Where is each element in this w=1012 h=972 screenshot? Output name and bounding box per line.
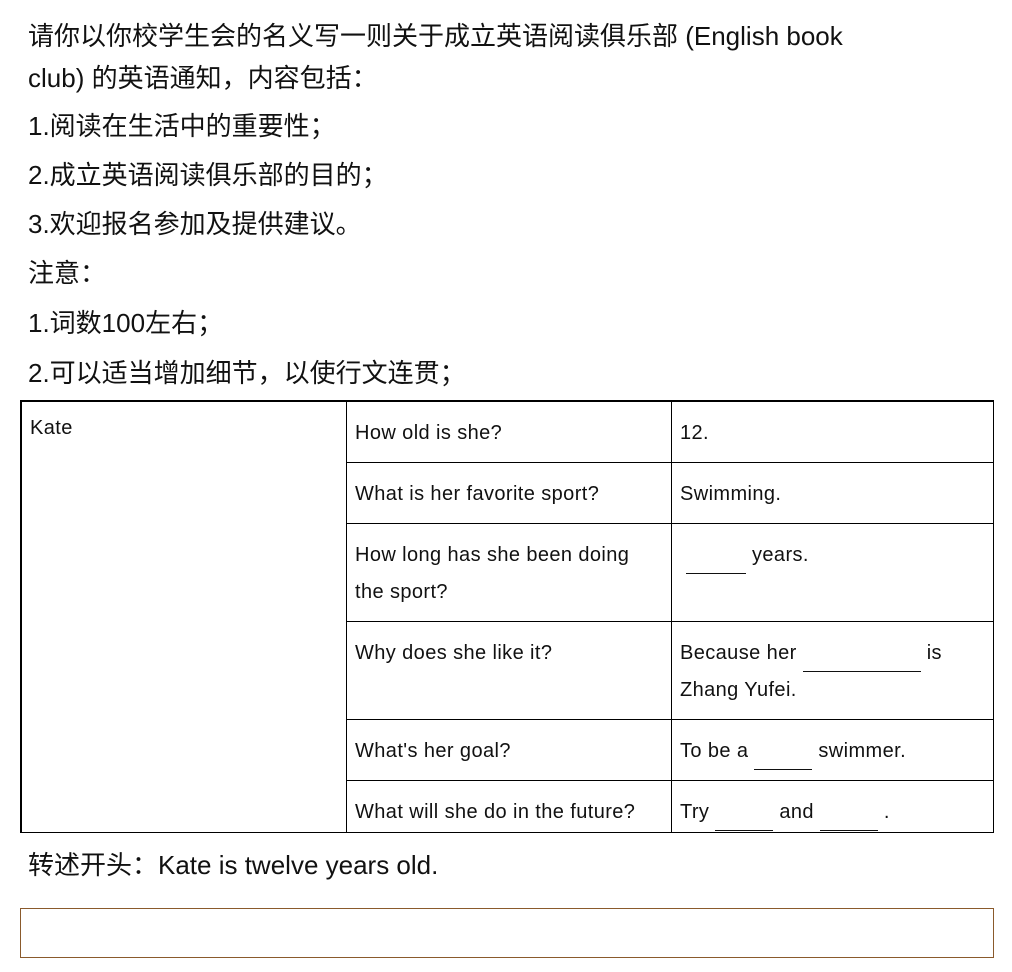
retell-start: 转述开头：Kate is twelve years old. — [28, 850, 439, 880]
note-item-2: 2.可以适当增加细节，以使行文连贯； — [28, 358, 466, 388]
question-cell: What's her goal? — [346, 719, 672, 781]
requirement-item-1: 1.阅读在生活中的重要性； — [28, 111, 336, 141]
prompt-line-1: 请你以你校学生会的名义写一则关于成立英语阅读俱乐部 (English book — [28, 21, 843, 51]
answer-cell: Swimming. — [671, 462, 993, 524]
info-table: Kate How old is she? 12. What is her fav… — [20, 400, 994, 833]
prompt-line-2: club) 的英语通知，内容包括： — [28, 63, 378, 93]
note-label: 注意： — [28, 258, 107, 288]
answer-text: . — [883, 801, 890, 823]
question-cell: How old is she? — [346, 401, 672, 463]
requirement-item-3: 3.欢迎报名参加及提供建议。 — [28, 209, 362, 239]
answer-text: and — [779, 801, 814, 823]
answer-cell: Try and. — [671, 780, 993, 832]
fill-blank[interactable] — [819, 804, 878, 831]
fill-blank[interactable] — [754, 743, 813, 770]
person-name-cell: Kate — [21, 401, 347, 832]
table-row: Kate How old is she? 12. — [21, 401, 993, 832]
page: 请你以你校学生会的名义写一则关于成立英语阅读俱乐部 (English book … — [0, 0, 1012, 972]
fill-blank[interactable] — [715, 804, 774, 831]
answer-cell: To be a swimmer. — [671, 719, 993, 781]
fill-blank[interactable] — [802, 645, 921, 672]
question-cell: How long has she been doing the sport? — [346, 523, 672, 622]
answer-cell: years. — [671, 523, 993, 622]
question-cell: Why does she like it? — [346, 621, 672, 720]
answer-text: years. — [752, 544, 809, 566]
answer-cell: Because her is Zhang Yufei. — [671, 621, 993, 720]
requirement-item-2: 2.成立英语阅读俱乐部的目的； — [28, 160, 388, 190]
answer-cell: 12. — [671, 401, 993, 463]
fill-blank[interactable] — [686, 547, 746, 574]
question-cell: What is her favorite sport? — [346, 462, 672, 524]
note-item-1: 1.词数100左右； — [28, 308, 224, 338]
question-cell: What will she do in the future? — [346, 780, 672, 832]
answer-text: Try — [680, 801, 710, 823]
answer-text: swimmer. — [818, 740, 907, 762]
answer-text: Because her — [680, 642, 797, 664]
answer-input-box[interactable] — [20, 908, 994, 958]
answer-text: To be a — [680, 740, 749, 762]
